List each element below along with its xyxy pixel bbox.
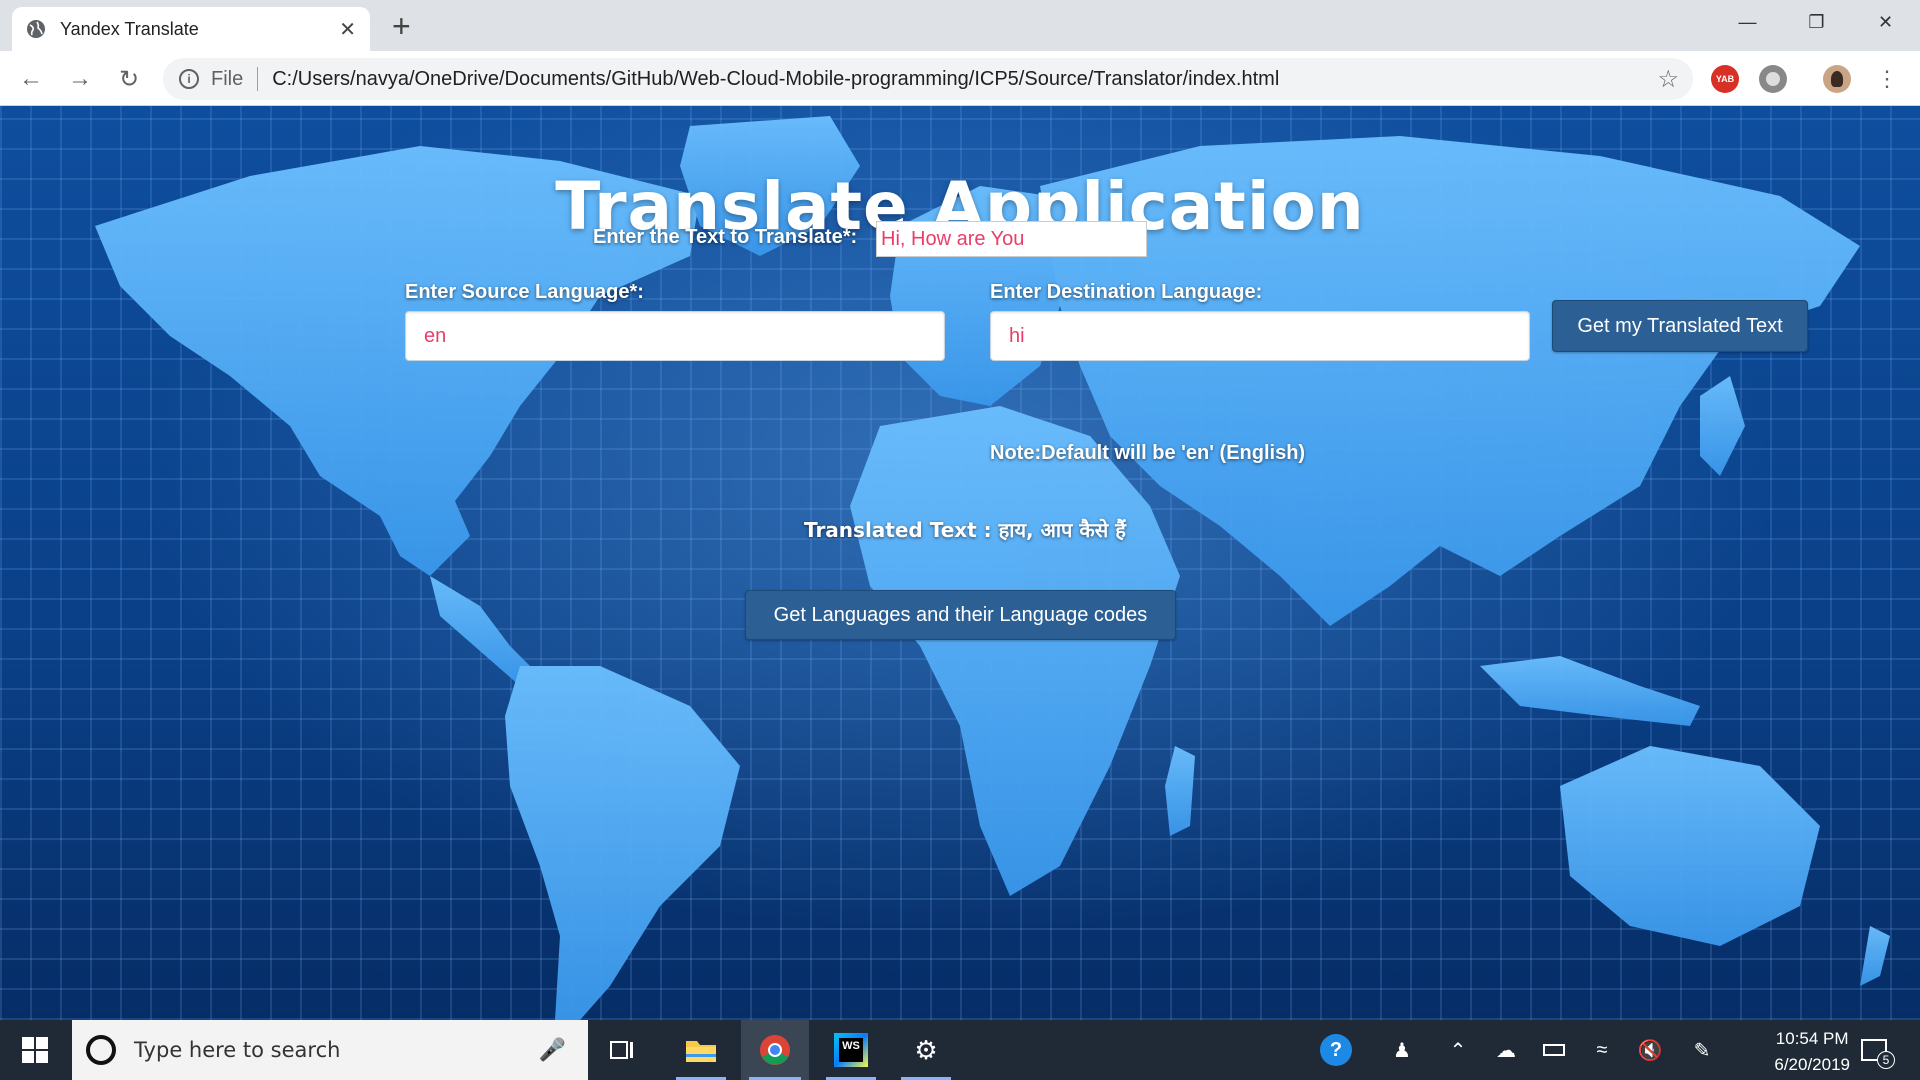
close-tab-icon[interactable]: ✕ [339, 17, 356, 42]
url-text[interactable]: C:/Users/navya/OneDrive/Documents/GitHub… [272, 68, 1279, 91]
source-language-input[interactable]: en [405, 311, 945, 361]
microphone-icon[interactable]: 🎤 [539, 1037, 566, 1063]
chevron-up-icon[interactable]: ⌃ [1440, 1020, 1476, 1080]
text-to-translate-input[interactable]: Hi, How are You [876, 221, 1147, 257]
volume-muted-icon[interactable]: 🔇 [1632, 1020, 1668, 1080]
clock-date: 6/20/2019 [1774, 1055, 1850, 1074]
cortana-icon [86, 1035, 116, 1065]
onedrive-cloud-icon[interactable]: ☁ [1488, 1020, 1524, 1080]
scheme-label: File [211, 67, 244, 90]
divider [257, 67, 259, 91]
webstorm-icon[interactable]: WS [818, 1020, 884, 1080]
file-explorer-icon[interactable] [668, 1020, 734, 1080]
extension-badge-text: YAB [1715, 74, 1735, 84]
new-tab-button[interactable]: + [392, 8, 411, 45]
destination-language-label: Enter Destination Language: [990, 281, 1263, 303]
search-placeholder: Type here to search [134, 1038, 341, 1062]
task-view-icon[interactable] [590, 1020, 656, 1080]
pen-icon[interactable]: ✎ [1684, 1020, 1720, 1080]
yab-extension-icon[interactable]: YAB [1711, 65, 1739, 93]
notification-count-badge: 5 [1877, 1051, 1895, 1069]
reload-icon[interactable]: ↻ [114, 64, 144, 94]
settings-gear-icon[interactable]: ⚙ [893, 1020, 959, 1080]
destination-language-input[interactable]: hi [990, 311, 1530, 361]
notification-center-icon[interactable]: 5 [1852, 1020, 1896, 1080]
webstorm-label: WS [839, 1038, 863, 1062]
forward-arrow-icon[interactable]: → [65, 64, 95, 94]
browser-tab-strip: Yandex Translate ✕ + — ❐ ✕ [0, 0, 1920, 51]
profile-avatar[interactable] [1823, 65, 1851, 93]
text-to-translate-label: Enter the Text to Translate*: [593, 226, 858, 248]
source-language-label: Enter Source Language*: [405, 281, 644, 303]
window-controls: — ❐ ✕ [1713, 0, 1920, 44]
translated-text-label: Translated Text : [804, 518, 999, 542]
people-icon[interactable]: ♟ [1382, 1020, 1422, 1080]
translated-text-output: Translated Text : हाय, आप कैसे हैं [804, 516, 1126, 543]
window-close-icon[interactable]: ✕ [1851, 0, 1920, 44]
menu-kebab-icon[interactable]: ⋮ [1872, 64, 1902, 94]
browser-toolbar: ← → ↻ i File C:/Users/navya/OneDrive/Doc… [0, 51, 1920, 106]
minimize-icon[interactable]: — [1713, 0, 1782, 44]
battery-icon[interactable] [1536, 1020, 1572, 1080]
address-bar[interactable]: i File C:/Users/navya/OneDrive/Documents… [163, 58, 1693, 100]
get-translated-text-button[interactable]: Get my Translated Text [1552, 300, 1808, 352]
default-language-note: Note:Default will be 'en' (English) [990, 442, 1306, 464]
translated-text-value: हाय, आप कैसे हैं [998, 518, 1126, 542]
system-clock[interactable]: 10:54 PM 6/20/2019 [1774, 1026, 1850, 1078]
get-languages-button[interactable]: Get Languages and their Language codes [745, 590, 1176, 640]
windows-start-icon[interactable] [0, 1020, 70, 1080]
page-viewport: Translate Application Enter the Text to … [0, 106, 1920, 1020]
tab-title: Yandex Translate [60, 18, 199, 39]
info-icon[interactable]: i [179, 69, 199, 89]
browser-tab[interactable]: Yandex Translate ✕ [12, 7, 370, 51]
bookmark-star-icon[interactable]: ☆ [1657, 65, 1679, 94]
globe-icon [27, 20, 45, 38]
help-icon[interactable]: ? [1316, 1020, 1356, 1080]
back-arrow-icon[interactable]: ← [16, 64, 46, 94]
chrome-icon[interactable] [741, 1020, 809, 1080]
wifi-icon[interactable]: ≈ [1584, 1020, 1620, 1080]
restore-icon[interactable]: ❐ [1782, 0, 1851, 44]
windows-taskbar: Type here to search 🎤 WS ⚙ ? ♟ ⌃ ☁ ≈ 🔇 ✎ [0, 1020, 1920, 1080]
taskbar-search-box[interactable]: Type here to search 🎤 [72, 1020, 588, 1080]
extension-circle-icon[interactable] [1759, 65, 1787, 93]
clock-time: 10:54 PM [1775, 1029, 1849, 1048]
